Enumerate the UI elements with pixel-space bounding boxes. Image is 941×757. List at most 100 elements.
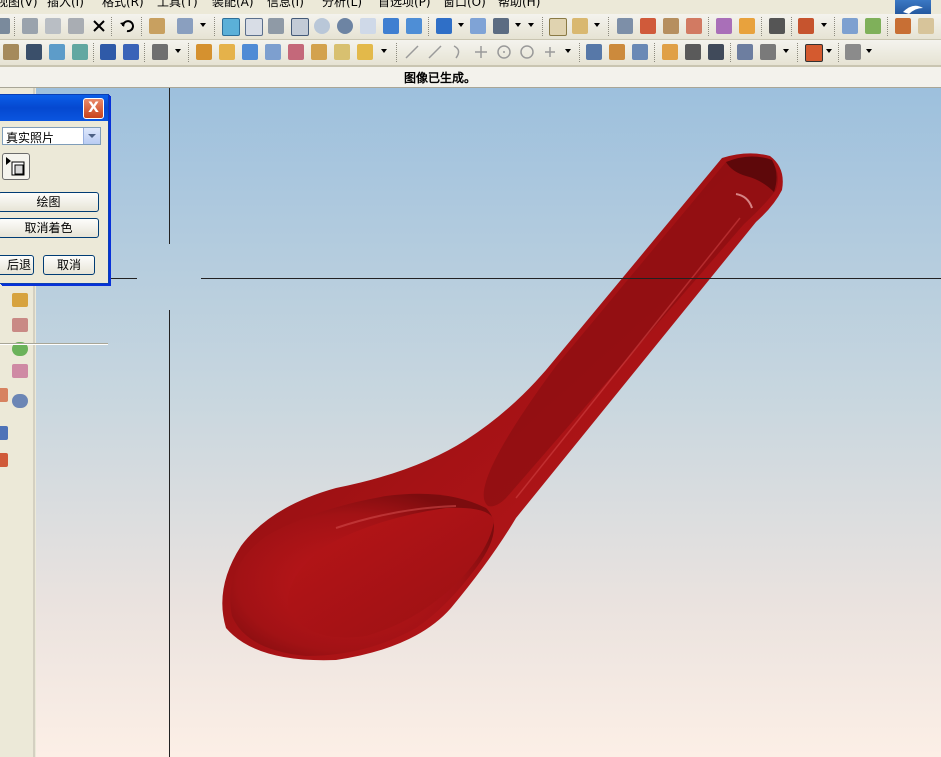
rotate-tool-icon[interactable] — [12, 394, 28, 408]
pan-icon[interactable] — [360, 18, 376, 34]
menu-format[interactable]: 格式(R) — [102, 0, 144, 10]
chevron-down-icon[interactable] — [866, 49, 872, 53]
chamfer-icon[interactable] — [219, 44, 235, 60]
feature-2-icon[interactable] — [640, 18, 656, 34]
view-direction-icon[interactable] — [406, 18, 422, 34]
reuse-library-icon[interactable] — [0, 453, 8, 467]
face-tool-icon[interactable] — [12, 318, 28, 332]
chevron-down-icon[interactable] — [783, 49, 789, 53]
menu-preferences[interactable]: 首选项(P) — [378, 0, 431, 10]
undo-icon[interactable] — [119, 18, 135, 34]
section-view-icon[interactable] — [549, 18, 567, 36]
trim-icon[interactable] — [288, 44, 304, 60]
navigator-icon[interactable] — [0, 426, 8, 440]
edit-feature-icon[interactable] — [149, 18, 165, 34]
paste-icon[interactable] — [68, 18, 84, 34]
analysis-icon[interactable] — [737, 44, 753, 60]
boss-icon[interactable] — [123, 44, 139, 60]
zoom-icon[interactable] — [291, 18, 309, 36]
regenerate-icon[interactable] — [0, 18, 10, 34]
sketch-icon[interactable] — [798, 18, 814, 34]
delete-icon[interactable] — [91, 18, 107, 34]
menu-view[interactable]: 视图(V) — [0, 0, 38, 10]
line-2-icon[interactable] — [427, 44, 443, 60]
block-icon[interactable] — [26, 44, 42, 60]
plus-icon[interactable] — [542, 44, 558, 60]
menu-assembly[interactable]: 装配(A) — [212, 0, 254, 10]
analysis-2-icon[interactable] — [760, 44, 776, 60]
measure-icon[interactable] — [572, 18, 588, 34]
feature-3-icon[interactable] — [663, 18, 679, 34]
thicken-icon[interactable] — [334, 44, 350, 60]
refresh-view-icon[interactable] — [222, 18, 240, 36]
chevron-down-icon[interactable] — [594, 23, 600, 27]
hole-icon[interactable] — [100, 44, 116, 60]
measure-tool-icon[interactable] — [12, 293, 28, 307]
feature-1-icon[interactable] — [617, 18, 633, 34]
assembly-icon[interactable] — [842, 18, 858, 34]
orient-view-icon[interactable] — [383, 18, 399, 34]
cancel-button[interactable]: 取消 — [43, 255, 95, 275]
rotate-icon[interactable] — [337, 18, 353, 34]
material-tool-icon[interactable] — [12, 364, 28, 378]
feature-4-icon[interactable] — [686, 18, 702, 34]
close-button[interactable]: X — [83, 98, 104, 119]
spoon-model[interactable] — [36, 88, 941, 757]
component-icon[interactable] — [865, 18, 881, 34]
point-icon[interactable] — [473, 44, 489, 60]
curve-icon[interactable] — [769, 18, 785, 34]
menu-help[interactable]: 帮助(H) — [498, 0, 540, 10]
transform-icon[interactable] — [586, 44, 602, 60]
chevron-down-icon[interactable] — [821, 23, 827, 27]
menu-analysis[interactable]: 分析(L) — [322, 0, 362, 10]
sew-icon[interactable] — [311, 44, 327, 60]
selection-filter-icon[interactable] — [177, 18, 193, 34]
draft-icon[interactable] — [242, 44, 258, 60]
extrude-icon[interactable] — [49, 44, 65, 60]
chevron-down-icon[interactable] — [200, 23, 206, 27]
tool-icon[interactable] — [895, 18, 911, 34]
unshade-button[interactable]: 取消着色 — [0, 218, 99, 238]
back-button[interactable]: 后退 — [0, 255, 34, 275]
circle-icon[interactable] — [496, 44, 512, 60]
menu-window[interactable]: 窗口(O) — [443, 0, 486, 10]
cut-icon[interactable] — [22, 18, 38, 34]
chevron-down-icon[interactable] — [458, 23, 464, 27]
graphics-viewport[interactable] — [36, 88, 941, 757]
magnify-icon[interactable] — [314, 18, 330, 34]
history-icon[interactable] — [0, 388, 8, 402]
chevron-down-icon[interactable] — [381, 49, 387, 53]
menu-tools[interactable]: 工具(T) — [157, 0, 198, 10]
blend-icon[interactable] — [196, 44, 212, 60]
pad-icon[interactable] — [3, 44, 19, 60]
menu-info[interactable]: 信息(I) — [267, 0, 304, 10]
shell-icon[interactable] — [152, 44, 168, 60]
surface-2-icon[interactable] — [739, 18, 755, 34]
menu-insert[interactable]: 插入(I) — [47, 0, 84, 10]
split-icon[interactable] — [685, 44, 701, 60]
chevron-down-icon[interactable] — [565, 49, 571, 53]
render-style-select[interactable]: 真实照片 — [2, 127, 101, 145]
circle-2-icon[interactable] — [519, 44, 535, 60]
draw-button[interactable]: 绘图 — [0, 192, 99, 212]
revolve-icon[interactable] — [72, 44, 88, 60]
dialog-title-bar[interactable]: X — [0, 95, 108, 121]
scale-icon[interactable] — [357, 44, 373, 60]
chevron-down-icon[interactable] — [175, 49, 181, 53]
copy-icon[interactable] — [45, 18, 61, 34]
wireframe-icon[interactable] — [470, 18, 486, 34]
chevron-down-icon[interactable] — [83, 128, 100, 144]
line-icon[interactable] — [404, 44, 420, 60]
wave-link-icon[interactable] — [609, 44, 625, 60]
chevron-down-icon[interactable] — [826, 49, 832, 53]
tool-2-icon[interactable] — [918, 18, 934, 34]
zoom-window-icon[interactable] — [268, 18, 284, 34]
patch-icon[interactable] — [708, 44, 724, 60]
snap-icon[interactable] — [805, 44, 823, 62]
render-image-button[interactable] — [2, 153, 30, 180]
arc-icon[interactable] — [450, 44, 466, 60]
chevron-down-icon[interactable] — [515, 23, 521, 27]
shaded-view-icon[interactable] — [436, 18, 452, 34]
extract-icon[interactable] — [662, 44, 678, 60]
display-mode-icon[interactable] — [493, 18, 509, 34]
